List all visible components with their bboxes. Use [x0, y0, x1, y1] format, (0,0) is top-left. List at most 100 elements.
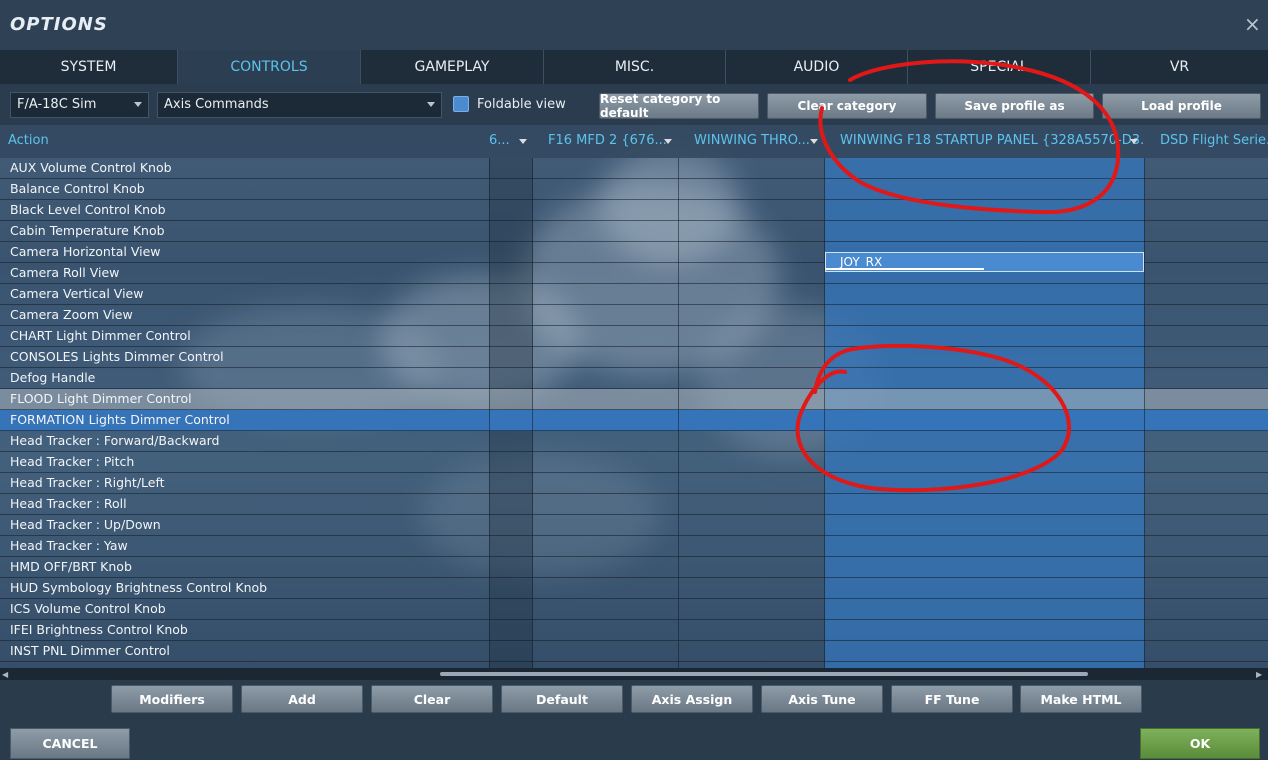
tab-special[interactable]: SPECIAL: [908, 50, 1091, 84]
chevron-down-icon: [664, 139, 672, 144]
action-label: Head Tracker : Right/Left: [10, 475, 165, 490]
action-label: AUX Volume Control Knob: [10, 160, 172, 175]
action-label: CONSOLES Lights Dimmer Control: [10, 349, 224, 364]
tab-audio[interactable]: AUDIO: [726, 50, 908, 84]
table-row[interactable]: Cabin Temperature Knob: [0, 221, 1268, 242]
bindings-table: AUX Volume Control Knob Balance Control K…: [0, 158, 1268, 668]
table-row[interactable]: FORMATION Lights Dimmer Control: [0, 410, 1268, 431]
foldable-view-label: Foldable view: [477, 97, 566, 112]
device-column-header[interactable]: WINWING THRO...: [686, 125, 824, 158]
column-header-label: WINWING F18 STARTUP PANEL {328A5570-D3..…: [840, 133, 1144, 148]
tab-misc[interactable]: MISC.: [544, 50, 726, 84]
table-row[interactable]: AUX Volume Control Knob: [0, 158, 1268, 179]
tab-vr[interactable]: VR: [1091, 50, 1268, 84]
action-label: FORMATION Lights Dimmer Control: [10, 412, 230, 427]
table-row[interactable]: CONSOLES Lights Dimmer Control: [0, 347, 1268, 368]
action-label: Camera Roll View: [10, 265, 120, 280]
close-icon[interactable]: ×: [1244, 14, 1261, 34]
cancel-button[interactable]: CANCEL: [10, 728, 130, 759]
action-label: HUD Symbology Brightness Control Knob: [10, 580, 268, 595]
action-label: Cabin Temperature Knob: [10, 223, 165, 238]
add-button[interactable]: Add: [241, 685, 363, 713]
make-html-button[interactable]: Make HTML: [1020, 685, 1142, 713]
table-row[interactable]: Head Tracker : Forward/Backward: [0, 431, 1268, 452]
save-profile-button[interactable]: Save profile as: [935, 93, 1094, 119]
column-divider: [1144, 158, 1145, 668]
category-select[interactable]: Axis Commands: [157, 92, 442, 118]
action-column-header[interactable]: Action: [0, 125, 489, 158]
default-button[interactable]: Default: [501, 685, 623, 713]
tab-system[interactable]: SYSTEM: [0, 50, 178, 84]
chevron-down-icon: [134, 102, 142, 107]
tab-controls[interactable]: CONTROLS: [178, 50, 361, 84]
table-row[interactable]: Head Tracker : Yaw: [0, 536, 1268, 557]
device-column-header[interactable]: DSD Flight Serie...: [1152, 125, 1268, 158]
table-row[interactable]: INST PNL Dimmer Control: [0, 641, 1268, 662]
binding-cell-selected[interactable]: JOY_RX: [825, 252, 1144, 272]
title-bar: OPTIONS ×: [0, 0, 1268, 50]
chevron-down-icon: [1130, 139, 1138, 144]
reset-category-button[interactable]: Reset category to default: [599, 92, 759, 120]
clear-button[interactable]: Clear: [371, 685, 493, 713]
foldable-view-checkbox[interactable]: [453, 96, 469, 112]
table-row[interactable]: Head Tracker : Pitch: [0, 452, 1268, 473]
text-cursor: [826, 268, 984, 270]
action-label: HMD OFF/BRT Knob: [10, 559, 132, 574]
table-row[interactable]: Defog Handle: [0, 368, 1268, 389]
table-row[interactable]: Head Tracker : Roll: [0, 494, 1268, 515]
table-row[interactable]: Camera Vertical View: [0, 284, 1268, 305]
action-label: Head Tracker : Yaw: [10, 538, 128, 553]
aircraft-select-value: F/A-18C Sim: [17, 97, 97, 112]
table-row[interactable]: ICS Volume Control Knob: [0, 599, 1268, 620]
action-label: CHART Light Dimmer Control: [10, 328, 191, 343]
action-label: Head Tracker : Forward/Backward: [10, 433, 220, 448]
binding-value: JOY_RX: [840, 255, 883, 269]
column-divider: [532, 158, 533, 668]
table-row[interactable]: FLOOD Light Dimmer Control: [0, 389, 1268, 410]
action-label: Balance Control Knob: [10, 181, 145, 196]
action-label: INST PNL Dimmer Control: [10, 643, 170, 658]
aircraft-select[interactable]: F/A-18C Sim: [10, 92, 149, 118]
column-header-label: DSD Flight Serie...: [1160, 133, 1268, 148]
column-divider: [489, 158, 490, 668]
action-label: Defog Handle: [10, 370, 96, 385]
axis-assign-button[interactable]: Axis Assign: [631, 685, 753, 713]
axis-tune-button[interactable]: Axis Tune: [761, 685, 883, 713]
scrollbar-thumb[interactable]: [440, 672, 1088, 676]
table-header: Action 6... F16 MFD 2 {676... WINWING TH…: [0, 125, 1268, 158]
action-label: Black Level Control Knob: [10, 202, 166, 217]
column-divider: [678, 158, 679, 668]
column-header-label: WINWING THRO...: [694, 133, 810, 148]
table-row[interactable]: HMD OFF/BRT Knob: [0, 557, 1268, 578]
ok-button[interactable]: OK: [1140, 728, 1260, 759]
chevron-down-icon: [427, 102, 435, 107]
action-label: Head Tracker : Roll: [10, 496, 127, 511]
action-label: Head Tracker : Pitch: [10, 454, 135, 469]
ff-tune-button[interactable]: FF Tune: [891, 685, 1013, 713]
table-row[interactable]: Camera Zoom View: [0, 305, 1268, 326]
table-row[interactable]: Head Tracker : Up/Down: [0, 515, 1268, 536]
chevron-down-icon: [810, 139, 818, 144]
action-label: Camera Vertical View: [10, 286, 144, 301]
modifiers-button[interactable]: Modifiers: [111, 685, 233, 713]
action-label: ICS Volume Control Knob: [10, 601, 166, 616]
window-title: OPTIONS: [10, 14, 108, 35]
table-row[interactable]: IFEI Brightness Control Knob: [0, 620, 1268, 641]
device-column-header[interactable]: WINWING F18 STARTUP PANEL {328A5570-D3..…: [832, 125, 1144, 158]
action-label: FLOOD Light Dimmer Control: [10, 391, 192, 406]
scroll-left-icon[interactable]: ◀: [2, 670, 8, 679]
action-label: Head Tracker : Up/Down: [10, 517, 161, 532]
table-row[interactable]: HUD Symbology Brightness Control Knob: [0, 578, 1268, 599]
load-profile-button[interactable]: Load profile: [1102, 93, 1261, 119]
column-header-label: 6...: [489, 133, 510, 148]
scroll-right-icon[interactable]: ▶: [1256, 670, 1262, 679]
device-column-header[interactable]: 6...: [481, 125, 533, 158]
table-row[interactable]: Head Tracker : Right/Left: [0, 473, 1268, 494]
column-divider: [824, 158, 825, 668]
table-row[interactable]: Balance Control Knob: [0, 179, 1268, 200]
tab-gameplay[interactable]: GAMEPLAY: [361, 50, 544, 84]
table-row[interactable]: CHART Light Dimmer Control: [0, 326, 1268, 347]
device-column-header[interactable]: F16 MFD 2 {676...: [540, 125, 678, 158]
clear-category-button[interactable]: Clear category: [767, 93, 927, 119]
table-row[interactable]: Black Level Control Knob: [0, 200, 1268, 221]
